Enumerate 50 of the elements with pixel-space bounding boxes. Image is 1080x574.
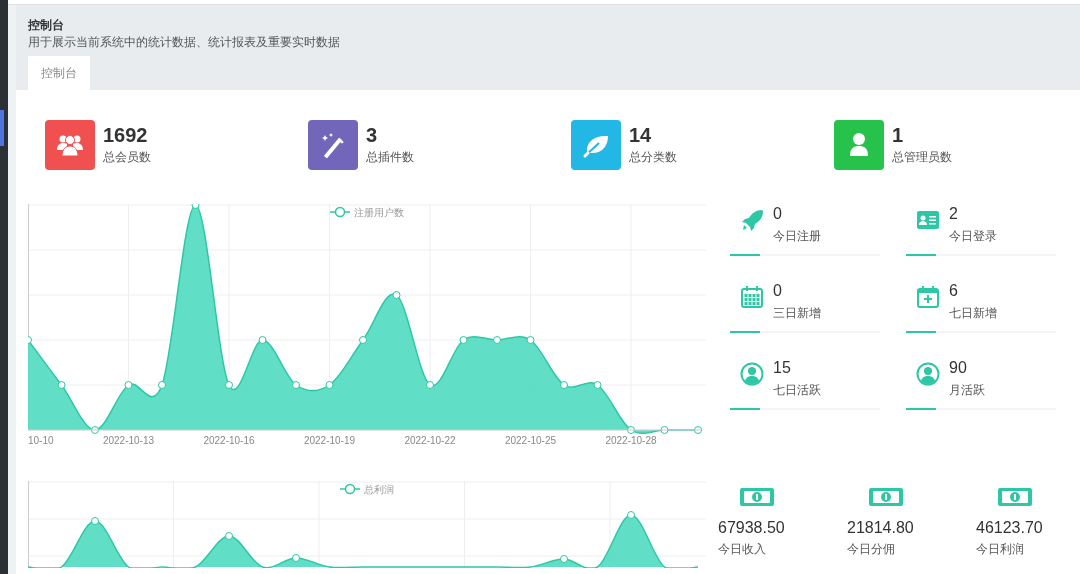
page-title: 控制台 — [28, 17, 65, 33]
stat-value: 90 — [949, 358, 968, 378]
stat-value: 1 — [892, 123, 905, 147]
axis-label: 2022-10-25 — [504, 435, 557, 446]
banknote-icon — [998, 488, 1032, 506]
banknote-icon — [869, 488, 903, 506]
axis-label: 2022-10-22 — [404, 435, 456, 446]
sidebar-highlight — [0, 110, 4, 146]
page-subtitle: 用于展示当前系统中的统计数据、统计报表及重要实时数据 — [28, 34, 341, 51]
stat-value: 6 — [949, 281, 959, 301]
stat-label: 七日新增 — [949, 305, 997, 322]
stat-label: 月活跃 — [949, 382, 985, 399]
stat-value: 14 — [629, 123, 653, 147]
stat-label: 总会员数 — [103, 149, 151, 166]
rocket-icon — [740, 208, 764, 232]
calendar-icon — [740, 285, 764, 309]
stat-label: 今日注册 — [773, 228, 821, 245]
axis-label: 2022-10-19 — [303, 435, 356, 446]
stat-label: 三日新增 — [773, 305, 821, 322]
stat-label: 总分类数 — [629, 149, 677, 166]
chart-legend: 总利润 — [364, 484, 394, 495]
stat-label: 总插件数 — [366, 149, 414, 166]
id-card-icon — [916, 208, 940, 232]
axis-label: 2022-10-16 — [203, 435, 255, 446]
stat-label: 总管理员数 — [892, 149, 952, 166]
stat-value: 0 — [773, 281, 783, 301]
money-label: 今日利润 — [976, 541, 1025, 558]
axis-label: 2022-10-28 — [605, 435, 657, 446]
banknote-icon — [740, 488, 774, 506]
money-label: 今日收入 — [718, 541, 767, 558]
calendar-plus-icon — [916, 285, 940, 309]
user-circle-icon — [740, 362, 764, 386]
stat-label: 七日活跃 — [773, 382, 821, 399]
legend-marker-icon — [339, 483, 361, 495]
user-circle-icon — [916, 362, 940, 386]
legend-marker-icon — [329, 206, 351, 218]
stat-value: 15 — [773, 358, 792, 378]
stat-value: 1692 — [103, 123, 149, 147]
tab[interactable]: 控制台 — [28, 56, 90, 90]
money-value: 67938.50 — [718, 518, 786, 538]
axis-label: 10-10 — [28, 435, 54, 446]
stat-value: 2 — [949, 204, 959, 224]
axis-label: 2022-10-13 — [102, 435, 155, 446]
stat-value: 0 — [773, 204, 783, 224]
stat-label: 今日登录 — [949, 228, 997, 245]
money-label: 今日分佣 — [847, 541, 896, 558]
chart-legend: 注册用户数 — [354, 207, 404, 218]
stat-value: 3 — [366, 123, 379, 147]
money-value: 21814.80 — [847, 518, 915, 538]
money-value: 46123.70 — [976, 518, 1044, 538]
